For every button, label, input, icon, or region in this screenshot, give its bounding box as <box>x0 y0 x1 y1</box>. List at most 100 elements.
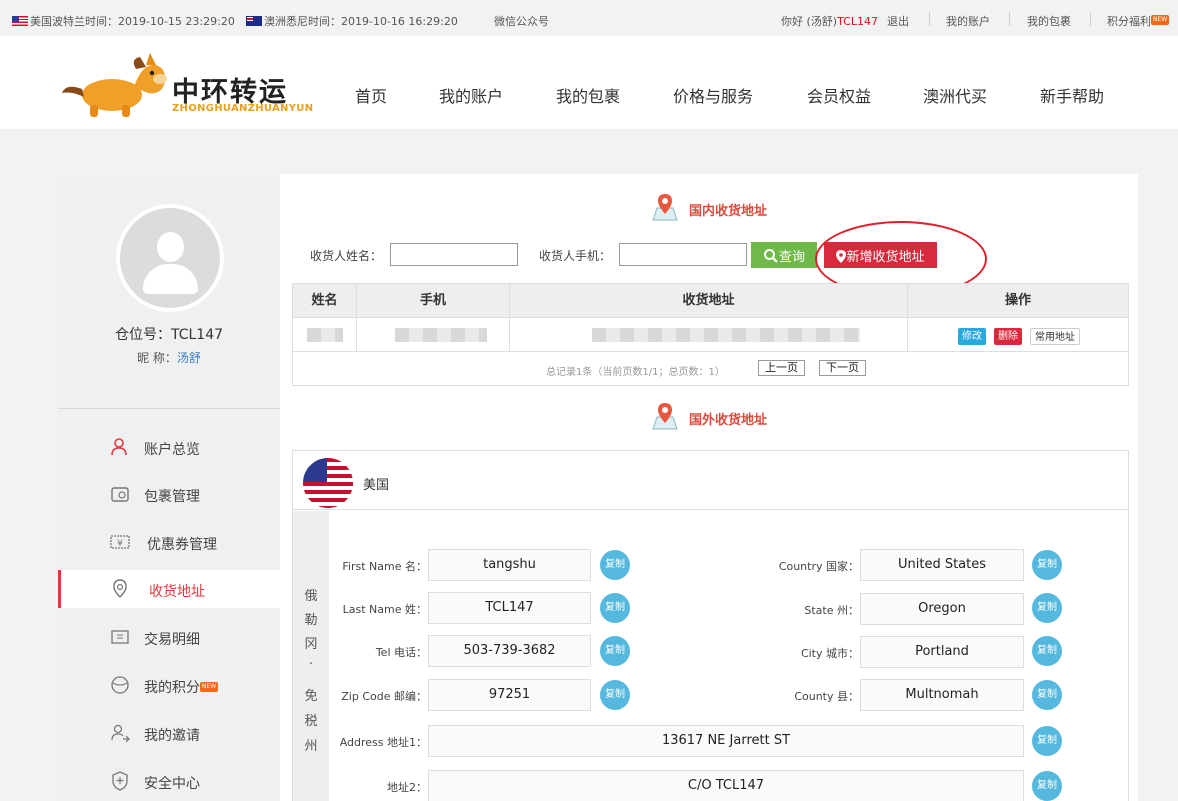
divider <box>1009 12 1010 26</box>
my-package-link[interactable]: 我的包裹 <box>1027 13 1071 29</box>
sidebar-item-account-overview[interactable]: 账户总览 <box>58 428 280 466</box>
query-button[interactable]: 查询 <box>751 242 817 268</box>
horse-logo-icon[interactable] <box>60 49 172 119</box>
warehouse-number: 仓位号：TCL147 <box>114 327 224 343</box>
nav-home[interactable]: 首页 <box>355 83 387 107</box>
sidebar-item-coupon[interactable]: ¥ 优惠券管理 <box>58 523 280 561</box>
avatar-body <box>143 264 198 294</box>
state-label: State 州： <box>804 604 859 617</box>
copy-country-button[interactable]: 复制 <box>1032 550 1062 580</box>
svg-text:¥: ¥ <box>117 539 123 549</box>
user-icon <box>111 438 127 456</box>
copy-last-name-button[interactable]: 复制 <box>600 593 630 623</box>
sidebar-item-invite[interactable]: 我的邀请 <box>58 714 280 752</box>
header: 中环转运 ZHONGHUANZHUANYUN 首页 我的账户 我的包裹 价格与服… <box>0 36 1178 129</box>
us-address-card: 美国 俄 勒 冈 · 免 税 州 First Name 名： tangshu 复… <box>292 450 1129 801</box>
transaction-icon <box>111 630 129 644</box>
logout-link[interactable]: 退出 <box>887 13 909 29</box>
copy-address1-button[interactable]: 复制 <box>1032 726 1062 756</box>
column-header: 收货地址 <box>510 284 908 317</box>
copy-first-name-button[interactable]: 复制 <box>600 550 630 580</box>
receiver-phone-input[interactable] <box>619 243 747 266</box>
delete-button[interactable]: 删除 <box>994 328 1022 345</box>
copy-zip-button[interactable]: 复制 <box>600 680 630 710</box>
us-flag-icon <box>303 458 353 508</box>
state-value: Oregon <box>860 593 1024 625</box>
avatar[interactable] <box>116 204 224 312</box>
first-name-label: First Name 名： <box>342 560 427 573</box>
country-value: United States <box>860 549 1024 581</box>
set-default-button[interactable]: 常用地址 <box>1030 328 1080 345</box>
package-icon <box>111 487 129 502</box>
nav-member-rights[interactable]: 会员权益 <box>807 83 871 107</box>
sidebar-item-transactions[interactable]: 交易明细 <box>58 618 280 656</box>
sidebar-item-label: 我的积分 NEW <box>144 680 219 696</box>
prev-page-button[interactable]: 上一页 <box>758 360 805 376</box>
card-header: 美国 <box>293 451 1128 510</box>
tel-value: 503-739-3682 <box>428 635 591 667</box>
state-char: 俄 <box>304 589 318 604</box>
sidebar-item-package[interactable]: 包裹管理 <box>58 475 280 513</box>
nav-price-service[interactable]: 价格与服务 <box>673 83 753 107</box>
sidebar-item-label: 收货地址 <box>149 584 205 600</box>
au-time: 澳洲悉尼时间：2019-10-16 16:29:20 <box>246 13 458 29</box>
new-badge: NEW <box>200 682 219 692</box>
sidebar-item-label: 账户总览 <box>144 442 200 458</box>
receiver-phone-label: 收货人手机： <box>539 249 612 263</box>
copy-county-button[interactable]: 复制 <box>1032 680 1062 710</box>
nav-my-account[interactable]: 我的账户 <box>439 83 503 107</box>
operation-cell: 修改 删除 常用地址 <box>908 318 1128 352</box>
copy-address2-button[interactable]: 复制 <box>1032 771 1062 801</box>
pagination: 总记录1条（当前页数1/1；总页数：1） 上一页 下一页 <box>293 351 1128 385</box>
zip-value: 97251 <box>428 679 591 711</box>
new-badge: NEW <box>1151 15 1170 25</box>
greeting: 你好 (汤舒)TCL147 <box>781 15 878 28</box>
nickname: 昵 称：汤舒 <box>137 351 201 365</box>
coupon-icon: ¥ <box>110 535 130 549</box>
next-page-button[interactable]: 下一页 <box>819 360 866 376</box>
address2-value: C/O TCL147 <box>428 770 1024 801</box>
table-row: 修改 删除 常用地址 <box>293 317 1128 352</box>
state-char: 税 <box>304 714 318 729</box>
invite-icon <box>111 724 130 743</box>
nav-help[interactable]: 新手帮助 <box>1040 83 1104 107</box>
copy-state-button[interactable]: 复制 <box>1032 593 1062 623</box>
table-header: 姓名 手机 收货地址 操作 <box>293 284 1128 317</box>
sidebar-item-address[interactable]: 收货地址 <box>58 570 280 608</box>
sidebar-item-label: 交易明细 <box>144 632 200 648</box>
copy-city-button[interactable]: 复制 <box>1032 636 1062 666</box>
location-icon <box>113 579 127 598</box>
divider <box>1090 12 1091 26</box>
address-cell <box>510 318 908 352</box>
receiver-name-input[interactable] <box>390 243 518 266</box>
au-flag-icon <box>246 16 262 26</box>
avatar-head <box>157 232 184 262</box>
city-value: Portland <box>860 636 1024 668</box>
my-account-link[interactable]: 我的账户 <box>946 13 990 29</box>
sidebar-item-label: 优惠券管理 <box>147 537 217 553</box>
last-name-value: TCL147 <box>428 592 591 624</box>
map-pin-icon <box>652 403 678 430</box>
column-header: 操作 <box>1004 293 1031 308</box>
address1-value: 13617 NE Jarrett ST <box>428 725 1024 757</box>
edit-button[interactable]: 修改 <box>958 328 986 345</box>
nav-my-package[interactable]: 我的包裹 <box>556 83 620 107</box>
foreign-address-title: 国外收货地址 <box>689 413 768 428</box>
zip-label: Zip Code 邮编： <box>341 690 427 703</box>
points-link[interactable]: 积分福利 NEW <box>1107 13 1170 29</box>
wechat-link[interactable]: 微信公众号 <box>494 13 549 29</box>
points-icon <box>111 676 129 694</box>
logo-subtitle: ZHONGHUANZHUANYUN <box>172 103 314 114</box>
nav-au-purchase[interactable]: 澳洲代买 <box>923 83 987 107</box>
sidebar-item-label: 安全中心 <box>144 776 200 792</box>
name-cell <box>293 318 357 352</box>
country-label: Country 国家： <box>778 560 859 573</box>
copy-tel-button[interactable]: 复制 <box>600 636 630 666</box>
sidebar-item-security[interactable]: 安全中心 <box>58 762 280 800</box>
redacted-text <box>395 328 487 342</box>
state-char: 免 <box>304 689 318 704</box>
column-header: 姓名 <box>293 284 357 317</box>
sidebar-item-points[interactable]: 我的积分 NEW <box>58 666 280 704</box>
state-char: 勒 <box>304 613 318 628</box>
country-name: 美国 <box>363 478 390 493</box>
